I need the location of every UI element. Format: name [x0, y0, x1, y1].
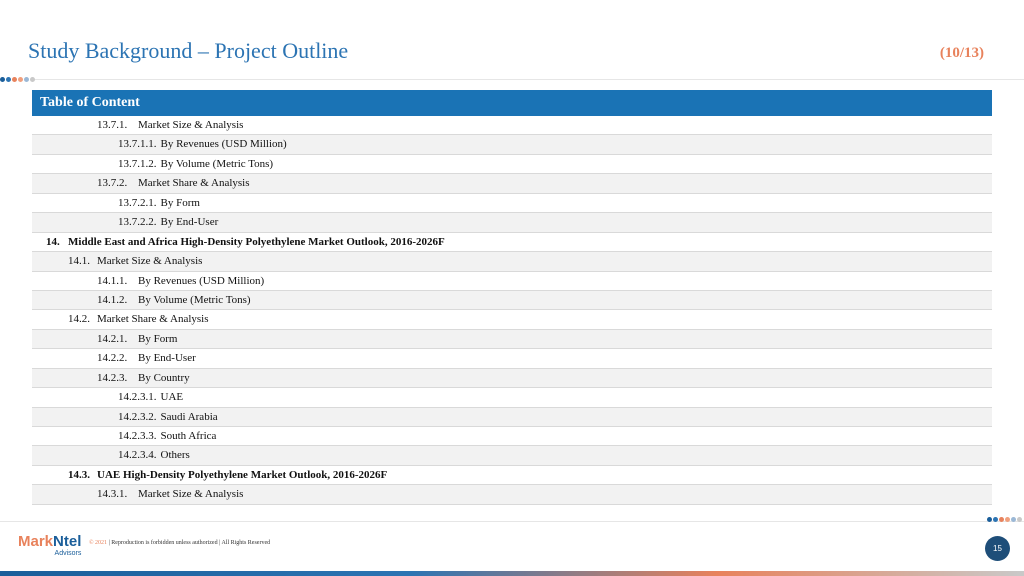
toc-row: 14.3. UAE High-Density Polyethylene Marke… — [32, 466, 992, 486]
toc-row-text: By Form — [160, 196, 200, 209]
toc-row-number: 14.1.2. — [97, 293, 128, 306]
toc-row-text: UAE High-Density Polyethylene Market Out… — [97, 468, 388, 481]
toc-row: 14.1. Market Size & Analysis — [32, 252, 992, 272]
toc-row-number: 13.7.2. — [97, 177, 128, 190]
toc-row-text: By End-User — [160, 216, 219, 229]
toc-row: 13.7.2. Market Share & Analysis — [32, 174, 992, 194]
copyright-text: | Reproduction is forbidden unless autho… — [108, 540, 271, 546]
toc-row-text: South Africa — [160, 430, 217, 442]
toc-row-text: Market Size & Analysis — [138, 119, 244, 131]
toc-row: 14.2.3.1. UAE — [32, 388, 992, 408]
decorative-dot — [993, 517, 998, 522]
page-indicator: (10/13) — [939, 45, 984, 61]
toc-row-number: 14.2.3.3. — [118, 430, 157, 442]
toc-row: 13.7.1.1. By Revenues (USD Million) — [32, 135, 992, 155]
toc-row-text: By Volume (Metric Tons) — [160, 157, 274, 170]
toc-row: 14.2.2. By End-User — [32, 349, 992, 369]
decorative-dot — [1011, 517, 1016, 522]
toc-row: 14.2.1. By Form — [32, 329, 992, 350]
logo-subtitle: Advisors — [54, 550, 82, 557]
toc-row: 14.2. Market Share & Analysis — [32, 310, 992, 330]
toc-row: 14.2.3.2. Saudi Arabia — [32, 407, 992, 427]
toc-row: 14.3.1. Market Size & Analysis — [32, 485, 992, 505]
bottom-divider — [0, 521, 1024, 522]
bottom-gradient-bar — [0, 571, 1024, 576]
toc-row-text: UAE — [160, 391, 184, 404]
toc-row-text: By Volume (Metric Tons) — [138, 293, 251, 306]
toc-row-number: 14.2.3. — [97, 371, 128, 384]
toc-row-text: By Country — [138, 371, 190, 384]
toc-row-text: By Revenues (USD Million) — [160, 138, 287, 151]
toc-row-number: 13.7.2.1. — [118, 196, 157, 209]
toc-row-number: 14. — [46, 235, 60, 248]
toc-row-number: 14.3.1. — [97, 488, 128, 501]
toc-row: 13.7.2.2. By End-User — [32, 213, 992, 233]
top-divider — [34, 79, 1024, 80]
toc-row: 14.1.1. By Revenues (USD Million) — [32, 272, 992, 291]
decorative-dot — [6, 77, 11, 82]
toc-row-number: 14.1.1. — [97, 274, 128, 287]
toc-row-number: 14.2.2. — [97, 352, 128, 365]
decorative-dot — [987, 517, 992, 522]
toc-row-number: 14.2.3.4. — [118, 449, 157, 462]
toc-row-text: Others — [160, 449, 190, 462]
toc-row: 14.2.3. By Country — [32, 368, 992, 389]
toc-rows: 13.7.1. Market Size & Analysis 13.7.1.1. By… — [32, 116, 992, 505]
decorative-dot — [12, 77, 17, 82]
toc-header: Table of Content — [32, 90, 992, 116]
toc-row: 14.1.2. By Volume (Metric Tons) — [32, 290, 992, 311]
toc-row-text: By End-User — [138, 352, 196, 365]
toc-row-text: By Revenues (USD Million) — [138, 274, 265, 287]
decorative-dot — [30, 77, 35, 82]
decorative-dot — [1017, 517, 1022, 522]
toc-row-text: Market Size & Analysis — [138, 488, 244, 501]
decorative-dot — [18, 77, 23, 82]
toc-row-number: 13.7.1.1. — [118, 138, 157, 151]
logo-mark-text: Mark — [18, 533, 54, 550]
toc-row: 13.7.1. Market Size & Analysis — [32, 116, 992, 136]
toc-row-number: 14.3. — [68, 468, 90, 481]
toc-row-number: 13.7.2.2. — [118, 216, 157, 229]
toc-row-number: 14.2.3.1. — [118, 391, 157, 404]
toc-row: 14. Middle East and Africa High-Density P… — [32, 233, 992, 253]
decorative-dots-bottom — [987, 517, 1022, 522]
toc-row-number: 14.2. — [68, 313, 90, 326]
copyright-year: © 2021 — [89, 540, 108, 546]
page-title: Study Background – Project Outline — [28, 38, 349, 63]
toc-row-text: Market Share & Analysis — [97, 313, 209, 326]
toc-row-number: 14.1. — [68, 255, 90, 268]
table-of-content: Table of Content 13.7.1. Market Size & An… — [32, 90, 992, 505]
decorative-dot — [999, 517, 1004, 522]
toc-row: 13.7.2.1. By Form — [32, 194, 992, 214]
toc-row-text: Market Share & Analysis — [138, 177, 250, 190]
toc-row-number: 14.2.1. — [97, 332, 128, 345]
toc-row-number: 14.2.3.2. — [118, 410, 157, 423]
decorative-dot — [24, 77, 29, 82]
decorative-dot — [0, 77, 5, 82]
toc-row-text: Market Size & Analysis — [97, 255, 203, 268]
decorative-dots-top — [0, 77, 35, 82]
toc-row: 13.7.1.2. By Volume (Metric Tons) — [32, 155, 992, 175]
copyright-notice: © 2021 | Reproduction is forbidden unles… — [89, 540, 270, 546]
toc-row-text: Middle East and Africa High-Density Poly… — [68, 235, 445, 248]
toc-row: 14.2.3.3. South Africa — [32, 427, 992, 447]
toc-row-number: 13.7.1.2. — [118, 157, 157, 170]
logo-ntel-text: Ntel — [53, 533, 82, 550]
page-number-badge: 15 — [985, 536, 1010, 561]
marknetl-logo: MarkNtel Advisors — [18, 534, 81, 557]
toc-row-text: Saudi Arabia — [160, 410, 218, 423]
toc-row: 14.2.3.4. Others — [32, 446, 992, 466]
toc-row-number: 13.7.1. — [97, 119, 128, 131]
toc-row-text: By Form — [138, 332, 178, 345]
decorative-dot — [1005, 517, 1010, 522]
